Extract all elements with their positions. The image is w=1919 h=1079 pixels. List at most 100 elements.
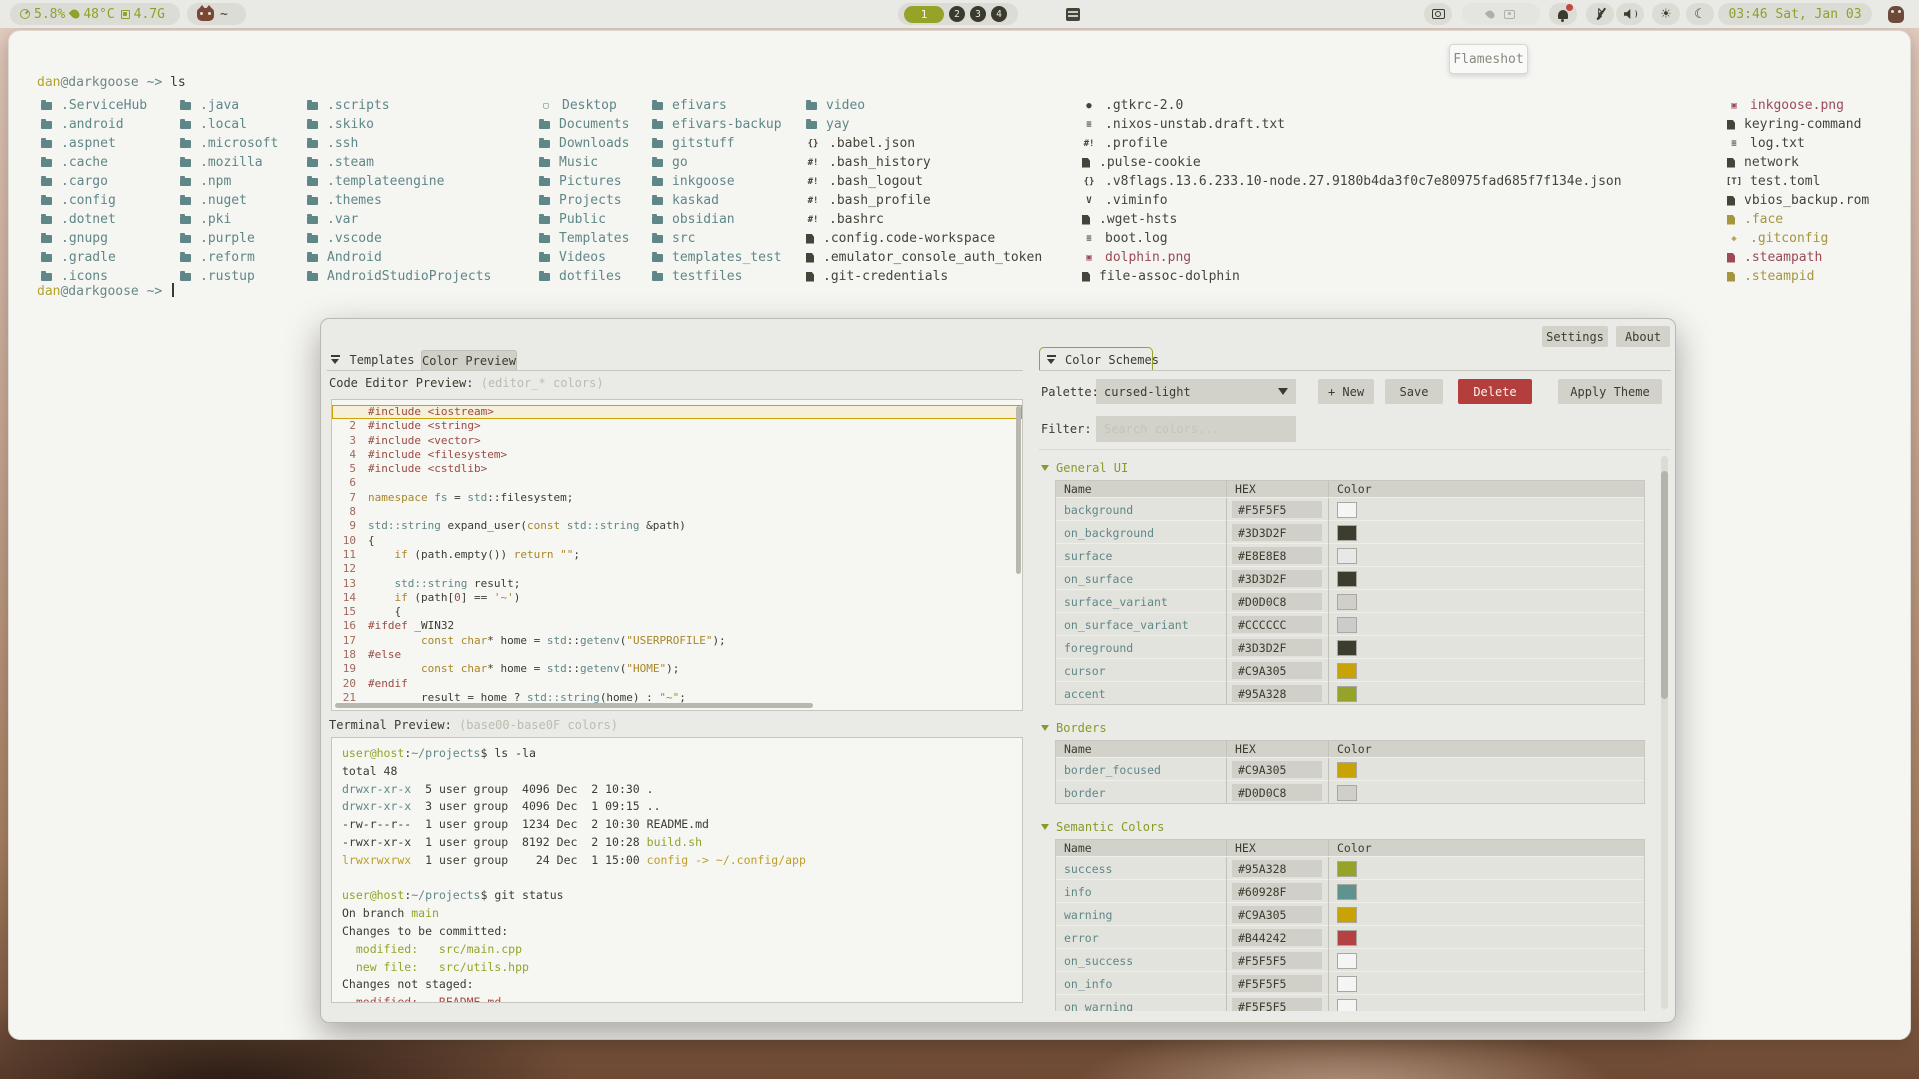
folder-icon xyxy=(180,159,191,167)
color-swatch[interactable] xyxy=(1337,861,1357,877)
panel-scrollbar-thumb[interactable] xyxy=(1661,471,1668,699)
hex-value-field[interactable]: #3D3D2F xyxy=(1232,570,1322,587)
color-swatch[interactable] xyxy=(1337,502,1357,518)
color-swatch[interactable] xyxy=(1337,571,1357,587)
ls-column: .scripts.skiko.ssh.steam.templateengine.… xyxy=(307,96,491,286)
doc-file-icon xyxy=(1727,158,1735,168)
hex-value-field[interactable]: #D0D0C8 xyxy=(1232,784,1322,801)
clock[interactable]: 03:46 Sat, Jan 03 xyxy=(1718,3,1872,25)
file-item: .android xyxy=(41,115,147,134)
palette-dropdown[interactable]: cursed-light xyxy=(1096,379,1296,404)
code-line: 12 xyxy=(332,562,1022,576)
folder-icon xyxy=(41,102,52,110)
workspace-1[interactable]: 1 xyxy=(904,6,944,23)
bluetooth-button[interactable]: ᛒ xyxy=(1586,3,1614,25)
terminal-preview[interactable]: user@host:~/projects$ ls -latotal 48drwx… xyxy=(331,737,1023,1003)
notifications-button[interactable] xyxy=(1549,3,1577,25)
color-swatch[interactable] xyxy=(1337,907,1357,923)
color-swatch[interactable] xyxy=(1337,548,1357,564)
section-title[interactable]: Borders xyxy=(1041,721,1653,734)
color-row: warning#C9A305 xyxy=(1056,902,1644,925)
file-item: .microsoft xyxy=(180,134,278,153)
collapse-preview-icon[interactable] xyxy=(331,355,340,364)
color-swatch[interactable] xyxy=(1337,663,1357,679)
section-collapse-icon[interactable] xyxy=(1041,465,1049,471)
hex-value-field[interactable]: #3D3D2F xyxy=(1232,639,1322,656)
color-swatch[interactable] xyxy=(1337,999,1357,1012)
volume-button[interactable] xyxy=(1616,3,1644,25)
color-swatch[interactable] xyxy=(1337,785,1357,801)
apply-theme-button[interactable]: Apply Theme xyxy=(1558,379,1662,404)
hex-value-field[interactable]: #F5F5F5 xyxy=(1232,952,1322,969)
hex-value-field[interactable]: #CCCCCC xyxy=(1232,616,1322,633)
hex-value-field[interactable]: #F5F5F5 xyxy=(1232,501,1322,518)
hex-value-field[interactable]: #C9A305 xyxy=(1232,761,1322,778)
hex-value-field[interactable]: #60928F xyxy=(1232,883,1322,900)
system-stats-pill[interactable]: 5.8% 48°C 4.7G xyxy=(10,3,180,25)
code-vertical-scrollbar[interactable] xyxy=(1016,406,1021,574)
hex-value-field[interactable]: #C9A305 xyxy=(1232,662,1322,679)
about-button[interactable]: About xyxy=(1616,326,1670,347)
color-swatch[interactable] xyxy=(1337,884,1357,900)
settings-button[interactable]: Settings xyxy=(1542,326,1608,347)
collapse-schemes-icon[interactable] xyxy=(1047,355,1056,364)
color-row: error#B44242 xyxy=(1056,925,1644,948)
tab-templates[interactable]: Templates xyxy=(347,350,417,370)
column-header-name: Name xyxy=(1056,741,1227,757)
workspace-4[interactable]: 4 xyxy=(991,6,1007,22)
file-name: Downloads xyxy=(559,136,629,151)
file-item: inkgoose xyxy=(652,172,782,191)
code-editor-preview[interactable]: #include <iostream>2#include <string>3#i… xyxy=(331,399,1023,711)
hex-value-field[interactable]: #95A328 xyxy=(1232,860,1322,877)
file-name: .steampid xyxy=(1744,269,1814,284)
terminal-badge-pill[interactable]: ~ xyxy=(187,3,246,25)
section-title[interactable]: Semantic Colors xyxy=(1041,820,1653,833)
delete-button[interactable]: Delete xyxy=(1458,379,1532,404)
brightness-button[interactable]: ☀ xyxy=(1652,3,1680,25)
file-item: .pulse-cookie xyxy=(1082,153,1622,172)
file-name: .face xyxy=(1744,212,1783,227)
color-swatch[interactable] xyxy=(1337,640,1357,656)
color-swatch[interactable] xyxy=(1337,953,1357,969)
color-swatch[interactable] xyxy=(1337,686,1357,702)
hex-value-field[interactable]: #E8E8E8 xyxy=(1232,547,1322,564)
section-collapse-icon[interactable] xyxy=(1041,824,1049,830)
color-name: accent xyxy=(1056,682,1227,705)
save-button[interactable]: Save xyxy=(1385,379,1443,404)
color-swatch[interactable] xyxy=(1337,930,1357,946)
panel-scrollbar[interactable] xyxy=(1661,456,1668,1009)
file-item: ▣inkgoose.png xyxy=(1727,96,1869,115)
tab-color-preview[interactable]: Color Preview xyxy=(421,350,517,371)
owl-tray-button[interactable] xyxy=(1882,3,1910,25)
hex-value-field[interactable]: #B44242 xyxy=(1232,929,1322,946)
hex-value-field[interactable]: #95A328 xyxy=(1232,685,1322,702)
section-title[interactable]: General UI xyxy=(1041,461,1653,474)
hex-value-field[interactable]: #D0D0C8 xyxy=(1232,593,1322,610)
screencast-button[interactable] xyxy=(1424,3,1452,25)
section-collapse-icon[interactable] xyxy=(1041,725,1049,731)
tray-icon[interactable] xyxy=(1059,3,1087,25)
prompt-line-1: dan@darkgoose ~> ls xyxy=(37,75,186,90)
workspace-3[interactable]: 3 xyxy=(970,6,986,22)
hex-value-field[interactable]: #3D3D2F xyxy=(1232,524,1322,541)
color-swatch[interactable] xyxy=(1337,762,1357,778)
color-swatch[interactable] xyxy=(1337,617,1357,633)
prompt-line-2[interactable]: dan@darkgoose ~> xyxy=(37,283,174,299)
filter-input[interactable] xyxy=(1096,416,1296,442)
color-swatch[interactable] xyxy=(1337,525,1357,541)
folder-icon xyxy=(307,140,318,148)
cpu-gauge-icon xyxy=(20,9,30,19)
inactive-tools-pill[interactable] xyxy=(1462,3,1540,25)
doc-file-icon xyxy=(1727,215,1735,225)
hex-value-field[interactable]: #F5F5F5 xyxy=(1232,975,1322,992)
color-swatch[interactable] xyxy=(1337,976,1357,992)
hex-value-field[interactable]: #C9A305 xyxy=(1232,906,1322,923)
code-horizontal-scrollbar[interactable] xyxy=(335,703,813,708)
nightlight-button[interactable]: ☾ xyxy=(1686,3,1714,25)
left-panel-divider xyxy=(327,370,1023,371)
doc-file-icon xyxy=(1082,272,1090,282)
hex-value-field[interactable]: #F5F5F5 xyxy=(1232,998,1322,1011)
new-palette-button[interactable]: + New xyxy=(1318,379,1374,404)
color-swatch[interactable] xyxy=(1337,594,1357,610)
workspace-2[interactable]: 2 xyxy=(949,6,965,22)
